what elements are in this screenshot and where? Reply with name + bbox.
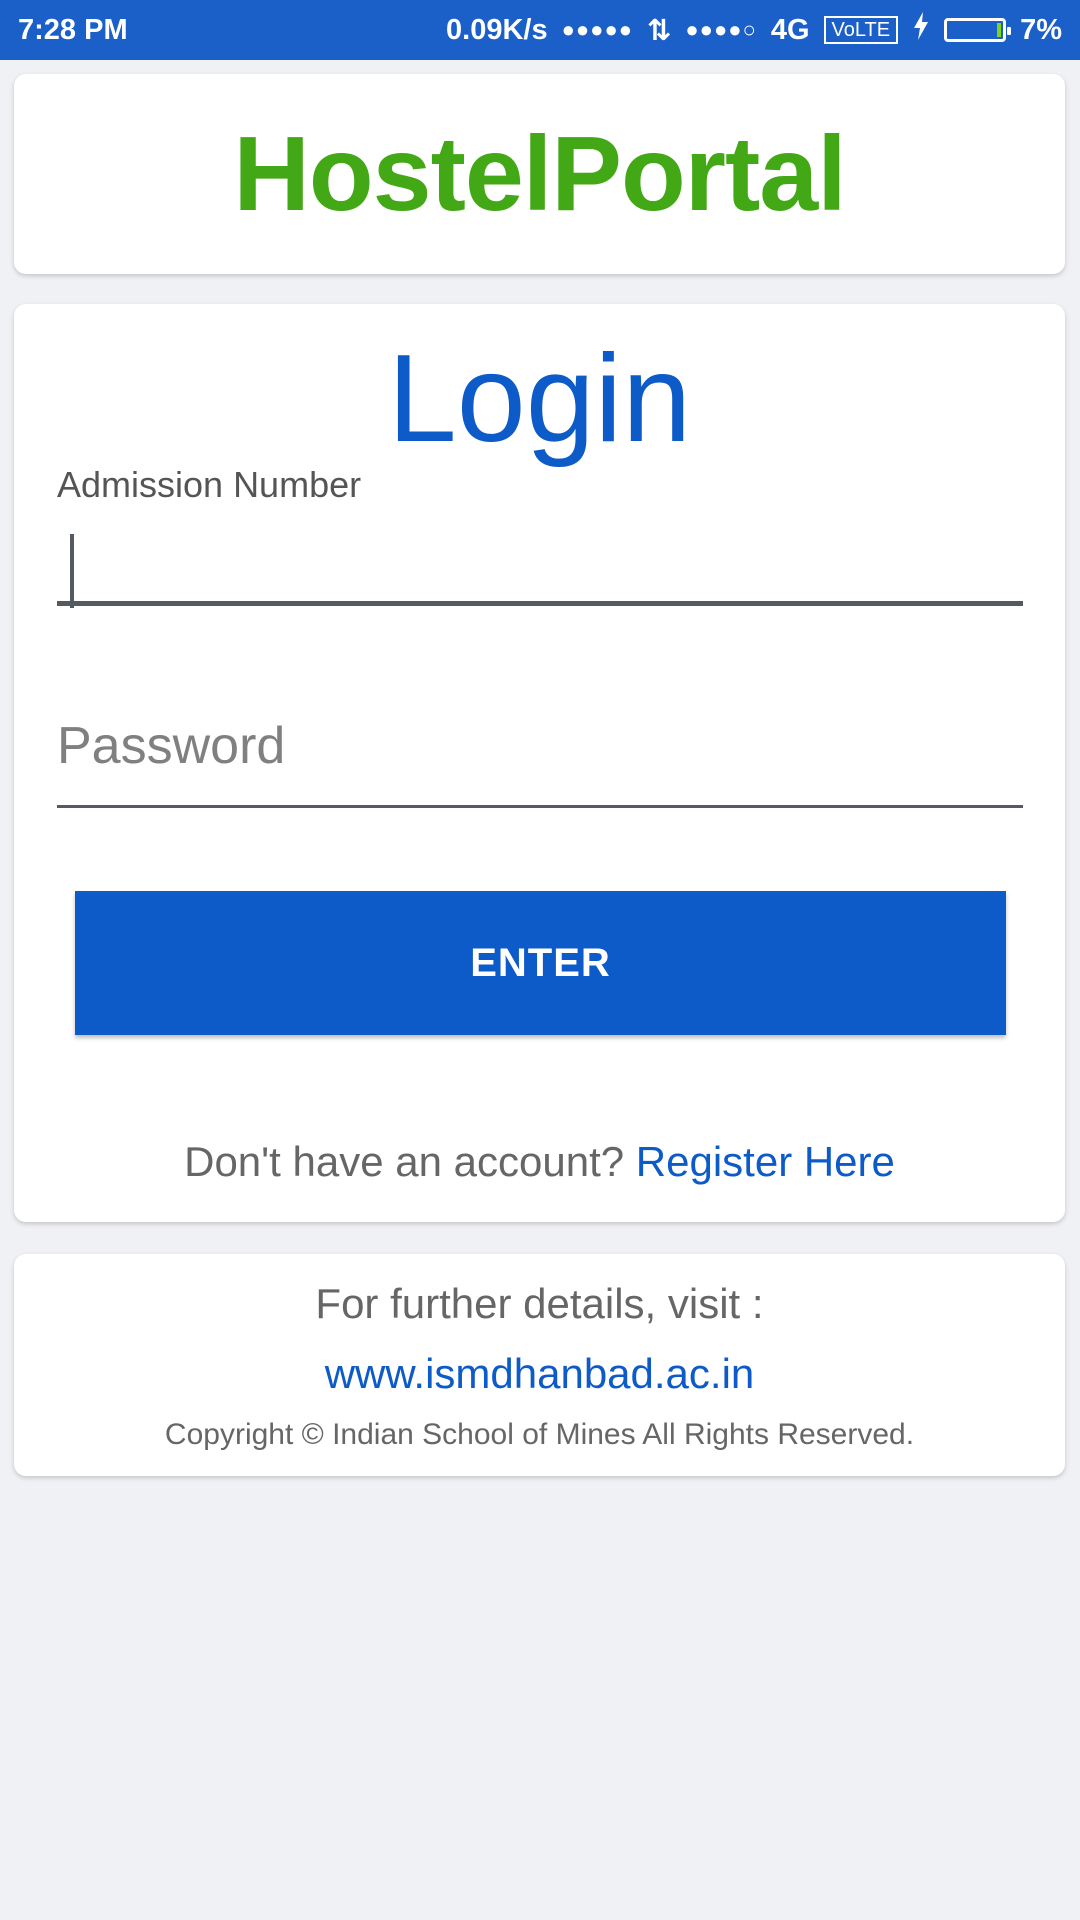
copyright-text: Copyright © Indian School of Mines All R… [164, 1418, 915, 1451]
network-type: 4G [770, 13, 810, 46]
footer-card: For further details, visit : www.ismdhan… [14, 1254, 1065, 1476]
app-title: HostelPortal [233, 114, 846, 233]
battery-icon [944, 18, 1012, 42]
enter-button[interactable]: ENTER [75, 891, 1006, 1035]
text-cursor [70, 534, 74, 608]
network-speed: 0.09K/s [446, 13, 548, 46]
footer-details-text: For further details, visit : [315, 1280, 764, 1327]
signal-strength-2-icon: ●●●●○ [685, 17, 757, 42]
volte-badge: VoLTE [823, 16, 899, 44]
website-link[interactable]: www.ismdhanbad.ac.in [14, 1350, 1065, 1398]
data-transfer-icon: ⇅ [647, 14, 672, 47]
login-card: Login Admission Number ENTER Don't have … [14, 304, 1065, 1222]
admission-number-input[interactable] [57, 514, 1023, 606]
charging-icon [912, 12, 930, 48]
status-bar: 7:28 PM 0.09K/s ●●●●● ⇅ ●●●●○ 4G VoLTE 7… [0, 0, 1080, 60]
register-prompt: Don't have an account? Register Here [14, 1138, 1065, 1186]
no-account-text: Don't have an account? [184, 1138, 625, 1185]
battery-fill [997, 23, 1002, 37]
status-indicators: 0.09K/s ●●●●● ⇅ ●●●●○ 4G VoLTE 7% [446, 12, 1062, 48]
status-time: 7:28 PM [18, 13, 128, 46]
password-input[interactable] [57, 702, 1023, 808]
header-card: HostelPortal [14, 74, 1065, 274]
admission-number-label: Admission Number [57, 464, 362, 505]
register-link[interactable]: Register Here [636, 1138, 895, 1185]
battery-percent: 7% [1020, 13, 1062, 46]
login-heading: Login [387, 330, 692, 468]
signal-strength-icon: ●●●●● [561, 17, 634, 42]
